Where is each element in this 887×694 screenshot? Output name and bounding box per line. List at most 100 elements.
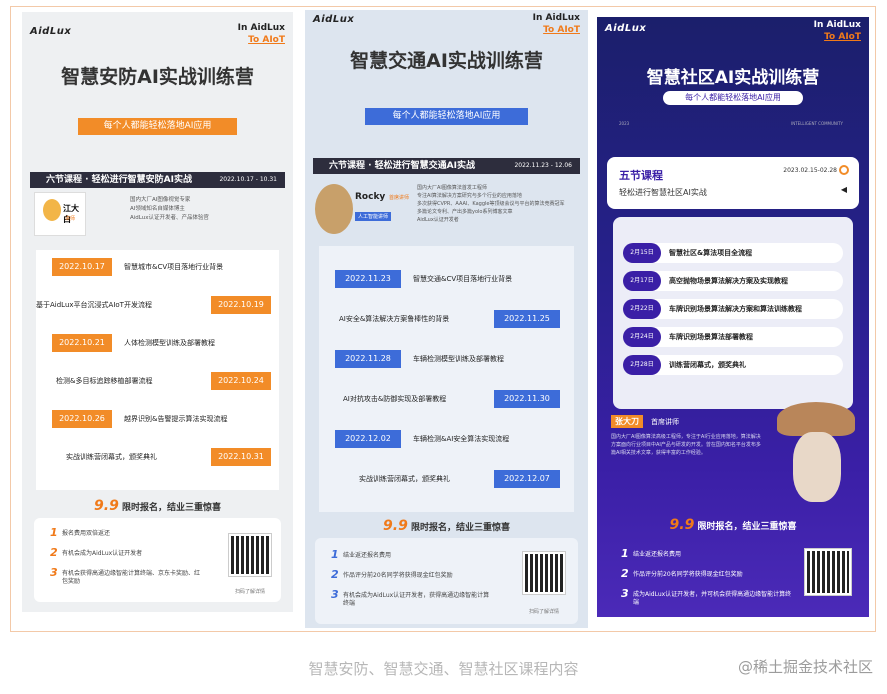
bio-line: AidLux认证开发者、产品体验官 xyxy=(130,215,209,221)
banner: 每个人都能轻松落地AI应用 xyxy=(663,91,803,105)
schedule-topic: 车牌识别场景算法解决方案和算法训练教程 xyxy=(669,305,802,313)
benefit-item: 2 有机会成为AidLux认证开发者 xyxy=(50,546,143,559)
target-icon xyxy=(839,165,849,175)
schedule-panel: 2月15日 智慧社区&算法项目全流程 2月17日 高空抛物场景算法解决方案及实现… xyxy=(613,217,853,409)
section-title: 六节课程 · 轻松进行智慧安防AI实战 xyxy=(46,175,193,185)
section-title: 六节课程 · 轻松进行智慧交通AI实战 xyxy=(329,161,476,171)
promo-price: 9.9 xyxy=(669,517,695,533)
slogan-bottom: To AIoT xyxy=(824,32,861,42)
schedule-date: 2022.10.17 xyxy=(52,258,112,276)
benefit-text: 作品评分前20名同学将获得现金红包奖励 xyxy=(633,571,743,578)
schedule-row: 2022.11.28 车辆检测模型训练及部署教程 xyxy=(319,348,574,370)
schedule-date: 2022.11.23 xyxy=(335,270,401,288)
schedule-date: 2022.12.07 xyxy=(494,470,560,488)
aidlux-logo: AidLux xyxy=(313,14,355,25)
bio-line: AI领域知名自媒体博主 xyxy=(130,206,185,212)
schedule-date: 2月22日 xyxy=(623,299,661,319)
benefit-text: 有机会成为AidLux认证开发者 xyxy=(62,550,143,557)
promo-line: 9.9 限时报名，结业三重惊喜 xyxy=(305,518,588,534)
benefit-item: 2 作品评分前20名同学将获得现金红包奖励 xyxy=(331,568,453,581)
watermark: @稀土掘金技术社区 xyxy=(737,658,873,676)
benefit-item: 3 有机会成为AidLux认证开发者，获得高通边缘智能计算终端 xyxy=(331,588,490,607)
bio-line: 多篇论文专利、产出多篇yolo系列博客文章 xyxy=(417,209,513,215)
course-card: 五节课程 2023.02.15-02.28 轻松进行智慧社区AI实战 ◀ xyxy=(607,157,859,209)
schedule-topic: 越界识别&告警提示算法实现流程 xyxy=(124,415,228,423)
sub-left: 2023 xyxy=(619,121,630,126)
lecturer-card: Rocky 首席讲师 人工智能讲师 xyxy=(311,178,411,240)
lecturer-section: 张大刀 首席讲师 国内大厂AI图像算法高级工程师，专注于AI行业应用落地，算法解… xyxy=(611,415,761,505)
lecturer-badge: 人工智能讲师 xyxy=(355,212,392,221)
sub-right: INTELLIGENT COMMUNITY xyxy=(791,121,843,126)
benefits-panel: 1 报名费用双倍返还 2 有机会成为AidLux认证开发者 3 有机会获得高通边缘智能… xyxy=(34,518,281,602)
card-title: 五节课程 xyxy=(619,169,663,182)
poster-title: 智慧安防AI实战训练营 xyxy=(61,66,254,88)
schedule-topic: AI安全&算法解决方案鲁棒性的背景 xyxy=(339,315,450,323)
schedule-row: 2月28日 训练营闭幕式，颁奖典礼 xyxy=(623,355,843,375)
schedule-topic: 实战训练营闭幕式，颁奖典礼 xyxy=(66,453,157,461)
schedule-row: 2022.10.21 人体检测模型训练及部署教程 xyxy=(36,332,279,354)
lecturer-avatar-hat xyxy=(777,402,855,436)
slogan-top: In AidLux xyxy=(813,20,861,30)
schedule-row: 检测&多目标追踪移植部署流程 2022.10.24 xyxy=(36,370,279,392)
slogan: In AidLux To AIoT xyxy=(814,19,861,43)
promo-text: 限时报名，结业三重惊喜 xyxy=(121,503,221,513)
benefit-item: 2 作品评分前20名同学将获得现金红包奖励 xyxy=(621,567,743,580)
schedule-row: 2022.10.26 越界识别&告警提示算法实现流程 xyxy=(36,408,279,430)
benefits-panel: 1 结业返还报名费用 2 作品评分前20名同学将获得现金红包奖励 3 成为AidLux… xyxy=(607,543,859,609)
schedule-date: 2月15日 xyxy=(623,243,661,263)
schedule-topic: 实战训练营闭幕式，颁奖典礼 xyxy=(359,475,450,483)
schedule-date: 2月24日 xyxy=(623,327,661,347)
section-date: 2022.11.23 - 12.06 xyxy=(514,162,572,169)
lecturer-bio: 国内大厂AI图像视觉专家 AI领域知名自媒体博主 AidLux认证开发者、产品体… xyxy=(130,196,209,223)
qr-caption: 扫码了解详情 xyxy=(234,589,265,595)
lecturer-avatar xyxy=(43,199,61,221)
schedule-row: 实战训练营闭幕式，颁奖典礼 2022.10.31 xyxy=(36,446,279,468)
bio-line: 专注AI算法解决方案研究与多个行业的应用落地 xyxy=(417,193,522,199)
section-date: 2022.10.17 - 10.31 xyxy=(219,176,277,183)
qr-code xyxy=(228,533,272,577)
schedule-row: 2月15日 智慧社区&算法项目全流程 xyxy=(623,243,843,263)
lecturer-name: 张大刀 xyxy=(611,415,643,428)
schedule-row: 基于AidLux平台沉浸式AIoT开发流程 2022.10.19 xyxy=(36,294,279,316)
poster-community: AidLux In AidLux To AIoT 智慧社区AI实战训练营 每个人… xyxy=(597,17,869,617)
schedule-topic: 智慧社区&算法项目全流程 xyxy=(669,249,753,257)
qr-code xyxy=(522,551,566,595)
schedule-row: 2022.10.17 智慧城市&CV项目落地行业背景 xyxy=(36,256,279,278)
schedule-date: 2022.10.24 xyxy=(211,372,271,390)
qr-caption: 扫码了解详情 xyxy=(528,609,559,615)
promo-line: 9.9 限时报名，结业三重惊喜 xyxy=(22,498,293,514)
schedule-date: 2月17日 xyxy=(623,271,661,291)
benefit-text: 有机会获得高通边缘智能计算终端、京东卡奖励、红包奖励 xyxy=(62,570,201,585)
promo-price: 9.9 xyxy=(94,498,119,514)
lecturer-tag: 首席讲师 xyxy=(651,418,679,426)
slogan-top: In AidLux xyxy=(532,13,580,23)
slogan-bottom: To AIoT xyxy=(543,25,580,35)
lecturer-avatar xyxy=(793,432,841,502)
slogan-bottom: To AIoT xyxy=(248,35,285,45)
slogan: In AidLux To AIoT xyxy=(533,12,580,36)
schedule-date: 2022.11.30 xyxy=(494,390,560,408)
benefit-text: 作品评分前20名同学将获得现金红包奖励 xyxy=(343,572,453,579)
banner: 每个人都能轻松落地AI应用 xyxy=(365,108,528,125)
schedule-row: 2022.11.23 智慧交通&CV项目落地行业背景 xyxy=(319,268,574,290)
card-subtitle: 轻松进行智慧社区AI实战 xyxy=(619,188,707,197)
schedule-row: 2月17日 高空抛物场景算法解决方案及实现教程 xyxy=(623,271,843,291)
schedule-date: 2022.11.25 xyxy=(494,310,560,328)
slogan: In AidLux To AIoT xyxy=(238,22,285,46)
play-icon: ◀ xyxy=(840,185,847,194)
lecturer-tag: 讲师 xyxy=(65,216,76,222)
lecturer-bio: 国内大厂AI图像算法高级工程师，专注于AI行业应用落地，算法解决方案面向行业项目… xyxy=(611,434,761,456)
benefits-panel: 1 结业返还报名费用 2 作品评分前20名同学将获得现金红包奖励 3 有机会成为Aid… xyxy=(315,538,578,624)
benefit-item: 1 报名费用双倍返还 xyxy=(50,526,111,539)
lecturer-card: 江大白 讲师 xyxy=(34,192,86,236)
schedule-topic: 车辆检测模型训练及部署教程 xyxy=(413,355,504,363)
schedule-panel: 2022.10.17 智慧城市&CV项目落地行业背景 基于AidLux平台沉浸式… xyxy=(36,250,279,490)
lecturer-name: Rocky xyxy=(355,192,386,202)
schedule-date: 2022.10.26 xyxy=(52,410,112,428)
benefit-text: 成为AidLux认证开发者，并可机会获得高通边缘智能计算终端 xyxy=(633,591,792,606)
schedule-row: 2022.12.02 车辆检测&AI安全算法实现流程 xyxy=(319,428,574,450)
benefit-item: 3 成为AidLux认证开发者，并可机会获得高通边缘智能计算终端 xyxy=(621,587,792,606)
benefit-item: 1 结业返还报名费用 xyxy=(621,547,682,560)
schedule-date: 2月28日 xyxy=(623,355,661,375)
schedule-date: 2022.10.19 xyxy=(211,296,271,314)
